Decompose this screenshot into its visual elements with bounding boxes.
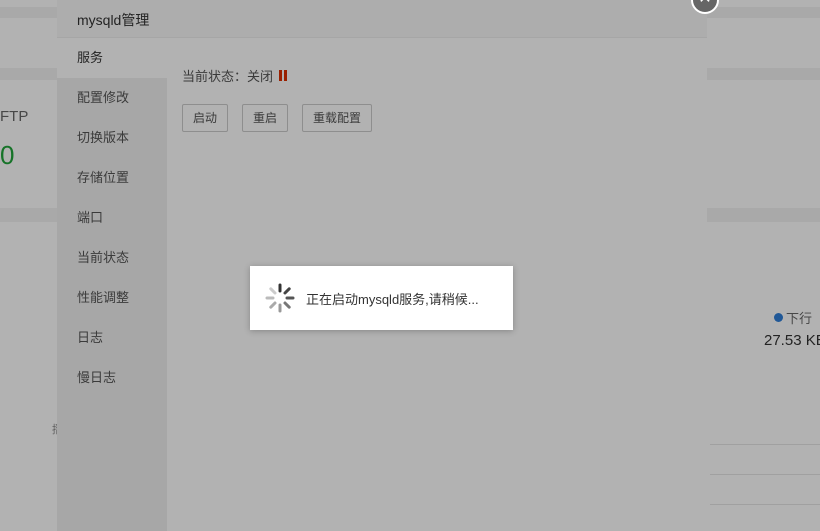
loading-toast: 正在启动mysqld服务,请稍候... [250,266,513,330]
loading-message: 正在启动mysqld服务,请稍候... [306,291,479,307]
spinner-icon [265,283,295,313]
